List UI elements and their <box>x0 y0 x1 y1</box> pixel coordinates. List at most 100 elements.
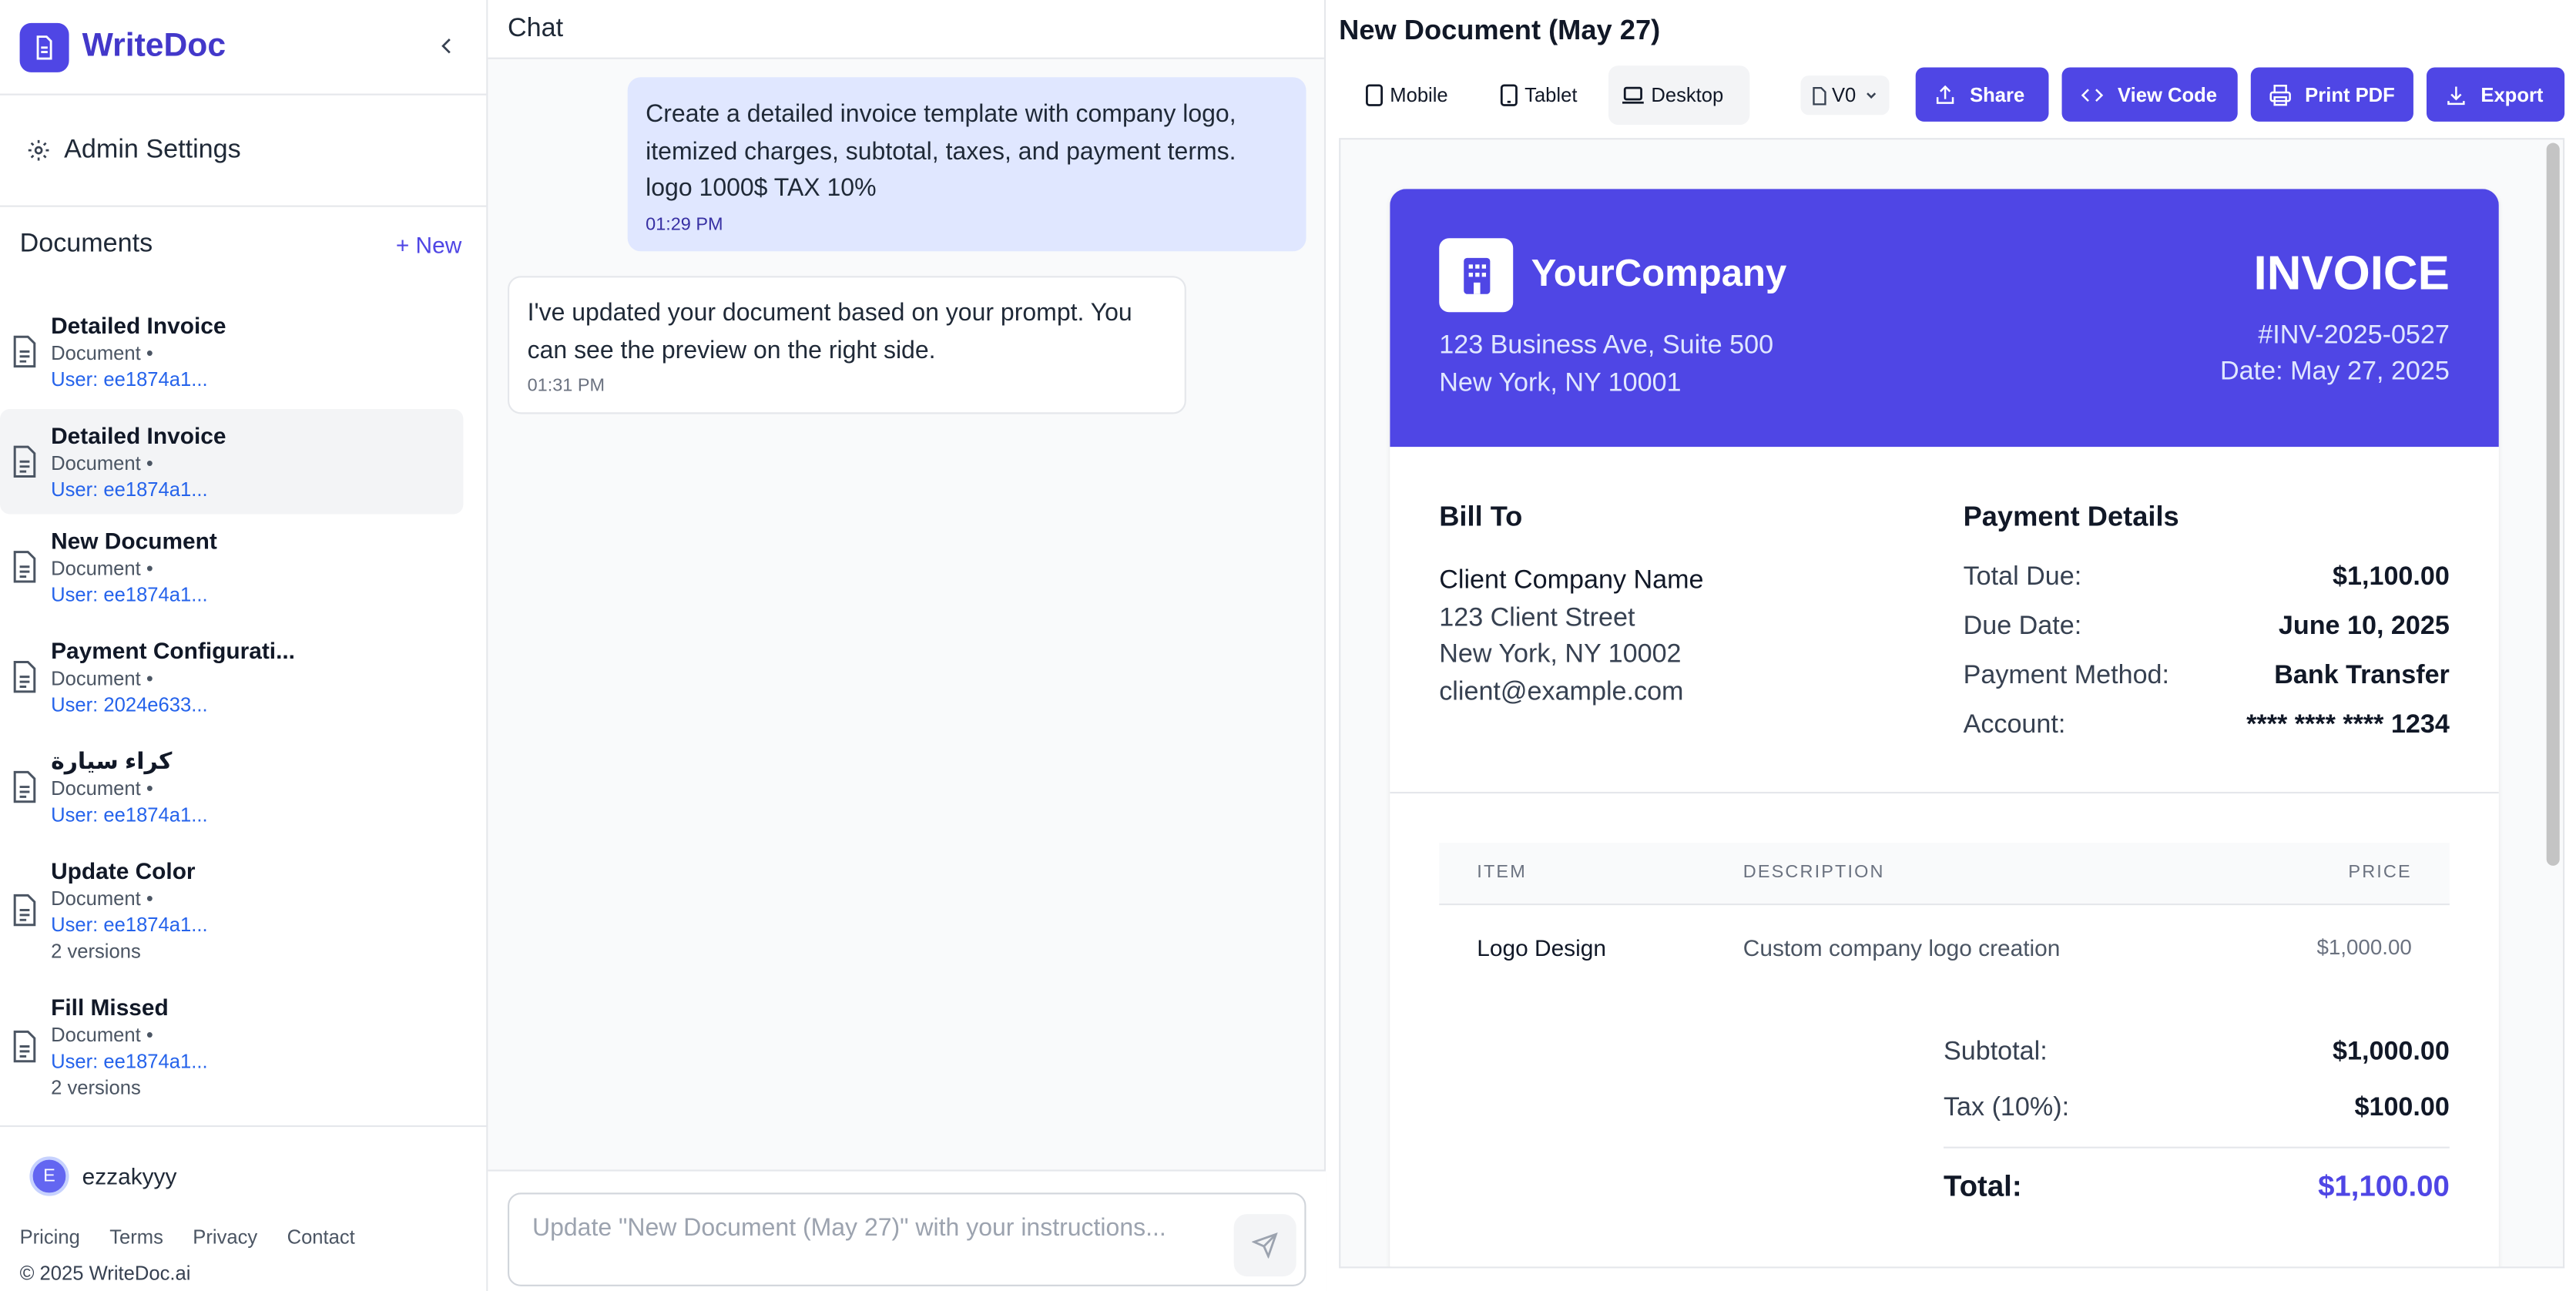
payment-details-title: Payment Details <box>1963 501 2179 532</box>
download-icon <box>2447 86 2465 105</box>
admin-settings-label: Admin Settings <box>64 135 241 164</box>
payment-value: Bank Transfer <box>2274 662 2450 690</box>
scrollbar[interactable] <box>2546 143 2560 866</box>
share-button[interactable]: Share <box>1915 67 2049 122</box>
chat-input[interactable] <box>532 1214 1223 1242</box>
contact-link[interactable]: Contact <box>287 1226 355 1249</box>
code-icon <box>2081 88 2104 101</box>
document-item[interactable]: Payment Configurati... Document • User: … <box>0 624 463 734</box>
copyright: © 2025 WriteDoc.ai <box>19 1261 191 1285</box>
item-description: Custom company logo creation <box>1742 934 2061 961</box>
view-code-label: View Code <box>2118 82 2218 106</box>
divider <box>1943 1146 2450 1148</box>
sidebar-footer: E ezzakyyy Pricing Terms Privacy Contact… <box>0 1125 488 1291</box>
document-type: Document • <box>51 776 153 800</box>
message-text: I've updated your document based on your… <box>527 299 1132 364</box>
view-code-button[interactable]: View Code <box>2061 67 2238 122</box>
message-text: Create a detailed invoice template with … <box>646 100 1236 203</box>
document-title: Detailed Invoice <box>51 422 226 449</box>
privacy-link[interactable]: Privacy <box>193 1226 257 1249</box>
admin-settings-link[interactable]: Admin Settings <box>0 96 487 207</box>
user-name: ezzakyyy <box>82 1162 177 1190</box>
divider <box>1390 791 2499 794</box>
document-icon <box>13 770 36 803</box>
invoice-meta: #INV-2025-0527 Date: May 27, 2025 <box>2220 319 2450 391</box>
printer-icon <box>2269 83 2291 106</box>
document-type: Document • <box>51 556 153 580</box>
company-address-line: New York, NY 10001 <box>1439 369 1682 398</box>
document-icon <box>13 445 36 478</box>
document-item[interactable]: Update Color Document • User: ee1874a1..… <box>0 844 463 981</box>
client-email: client@example.com <box>1439 677 1684 706</box>
document-item[interactable]: Detailed Invoice Document • User: ee1874… <box>0 299 463 409</box>
documents-header: Documents + New <box>0 207 486 283</box>
brand[interactable]: WriteDoc <box>0 0 487 96</box>
client-name: Client Company Name <box>1439 566 1704 595</box>
document-user: User: ee1874a1... <box>51 583 208 606</box>
print-pdf-label: Print PDF <box>2305 82 2395 106</box>
document-item[interactable]: كراء سيارة Document • User: ee1874a1... <box>0 734 463 844</box>
subtotal-label: Subtotal: <box>1943 1038 2048 1067</box>
device-label: Desktop <box>1651 83 1724 107</box>
invoice-heading: INVOICE <box>2253 248 2450 301</box>
payment-row: Payment Method: Bank Transfer <box>1964 662 2450 691</box>
table-row: Logo Design Custom company logo creation… <box>1439 907 2450 989</box>
send-button[interactable] <box>1233 1214 1296 1277</box>
tax-value: $100.00 <box>2354 1094 2450 1122</box>
terms-link[interactable]: Terms <box>109 1226 163 1249</box>
brand-name: WriteDoc <box>82 28 226 65</box>
document-item-selected[interactable]: Detailed Invoice Document • User: ee1874… <box>0 409 464 515</box>
pricing-link[interactable]: Pricing <box>20 1226 80 1249</box>
document-icon <box>13 551 36 583</box>
total-label: Total: <box>1943 1169 2022 1203</box>
assistant-message: I've updated your document based on your… <box>508 276 1186 414</box>
payment-key: Total Due: <box>1963 563 2082 592</box>
document-title: Payment Configurati... <box>51 637 295 664</box>
new-document-button[interactable]: + New <box>396 232 461 258</box>
user-profile[interactable]: E ezzakyyy <box>0 1127 488 1196</box>
device-desktop-button[interactable]: Desktop <box>1608 65 1750 126</box>
chevron-left-icon[interactable] <box>431 29 464 62</box>
company-address: 123 Business Ave, Suite 500 New York, NY… <box>1439 327 1773 402</box>
chevron-down-icon <box>1866 92 1876 99</box>
payment-value: $1,100.00 <box>2333 563 2450 592</box>
export-button[interactable]: Export <box>2426 67 2565 122</box>
documents-title: Documents <box>19 230 153 258</box>
document-title: كراء سيارة <box>51 747 173 774</box>
document-icon <box>13 1030 36 1063</box>
document-type: Document • <box>51 341 153 365</box>
tablet-icon <box>1500 84 1518 106</box>
table-header: ITEM DESCRIPTION PRICE <box>1439 843 2450 906</box>
chat-title: Chat <box>488 0 1324 59</box>
document-title: Fill Missed <box>51 994 169 1021</box>
document-user: User: ee1874a1... <box>51 478 208 501</box>
document-title: Detailed Invoice <box>51 312 226 339</box>
document-icon <box>13 335 36 368</box>
payment-key: Due Date: <box>1963 612 2082 641</box>
invoice-header: YourCompany 123 Business Ave, Suite 500 … <box>1390 189 2499 448</box>
document-type: Document • <box>51 887 153 910</box>
document-user: User: ee1874a1... <box>51 367 208 391</box>
version-select[interactable]: V0 <box>1800 75 1889 116</box>
column-price: PRICE <box>2348 862 2412 883</box>
document-item[interactable]: New Document Document • User: ee1874a1..… <box>0 515 463 625</box>
document-type: Document • <box>51 451 153 475</box>
client-street: 123 Client Street <box>1439 603 1635 632</box>
document-icon <box>13 894 36 927</box>
version-label: V0 <box>1831 83 1857 107</box>
chat-panel: Chat Create a detailed invoice template … <box>488 0 1327 1291</box>
bill-to-block: Client Company Name 123 Client Street Ne… <box>1439 564 1703 712</box>
gear-icon <box>28 139 49 161</box>
document-logo-icon <box>19 22 69 72</box>
item-name: Logo Design <box>1477 934 1606 961</box>
laptop-icon <box>1622 86 1644 104</box>
device-tablet-button[interactable]: Tablet <box>1487 65 1590 125</box>
chat-composer <box>488 1169 1327 1291</box>
print-pdf-button[interactable]: Print PDF <box>2250 67 2413 122</box>
device-mobile-button[interactable]: Mobile <box>1352 65 1461 125</box>
document-item[interactable]: Fill Missed Document • User: ee1874a1...… <box>0 981 463 1117</box>
document-type: Document • <box>51 1023 153 1047</box>
document-user: User: ee1874a1... <box>51 803 208 827</box>
document-title: New Document (May 27) <box>1339 15 1661 46</box>
payment-key: Account: <box>1963 711 2066 739</box>
